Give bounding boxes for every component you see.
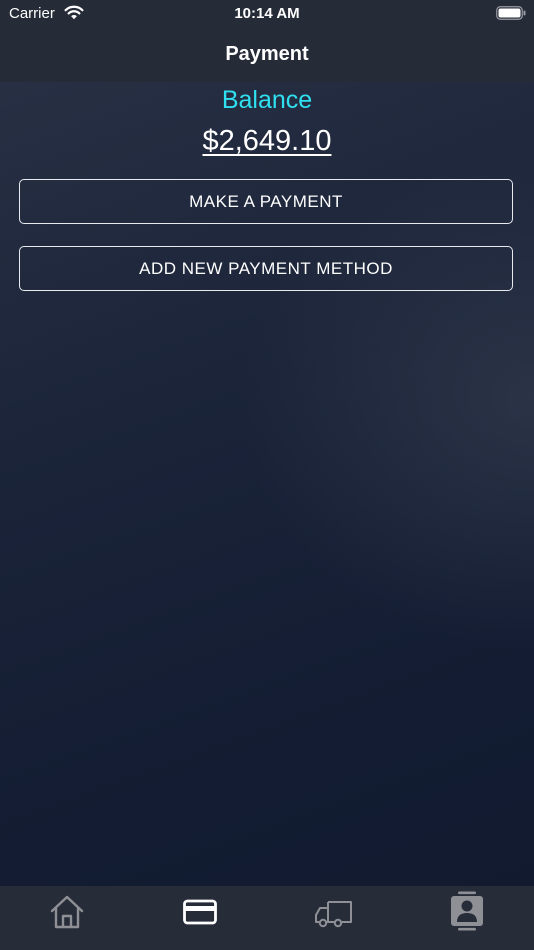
tab-contacts[interactable] — [401, 886, 534, 950]
battery-icon — [496, 6, 526, 20]
credit-card-icon — [183, 899, 218, 925]
balance-label: Balance — [221, 86, 313, 114]
tab-bar — [0, 886, 534, 950]
status-time: 10:14 AM — [234, 5, 300, 22]
status-bar: Carrier 10:14 AM — [0, 0, 534, 28]
tab-delivery[interactable] — [267, 886, 401, 950]
payment-screen: Carrier 10:14 AM Payment Balance $2,649.… — [0, 0, 534, 950]
make-payment-button[interactable]: MAKE A PAYMENT — [19, 179, 513, 224]
tab-payment[interactable] — [134, 886, 268, 950]
contact-card-icon — [451, 891, 484, 931]
balance-amount-link[interactable]: $2,649.10 — [0, 125, 534, 158]
delivery-truck-icon — [314, 901, 352, 928]
add-payment-method-button[interactable]: ADD NEW PAYMENT METHOD — [19, 246, 513, 291]
home-icon — [50, 895, 83, 929]
page-title: Payment — [225, 43, 309, 65]
tab-home[interactable] — [0, 886, 134, 950]
